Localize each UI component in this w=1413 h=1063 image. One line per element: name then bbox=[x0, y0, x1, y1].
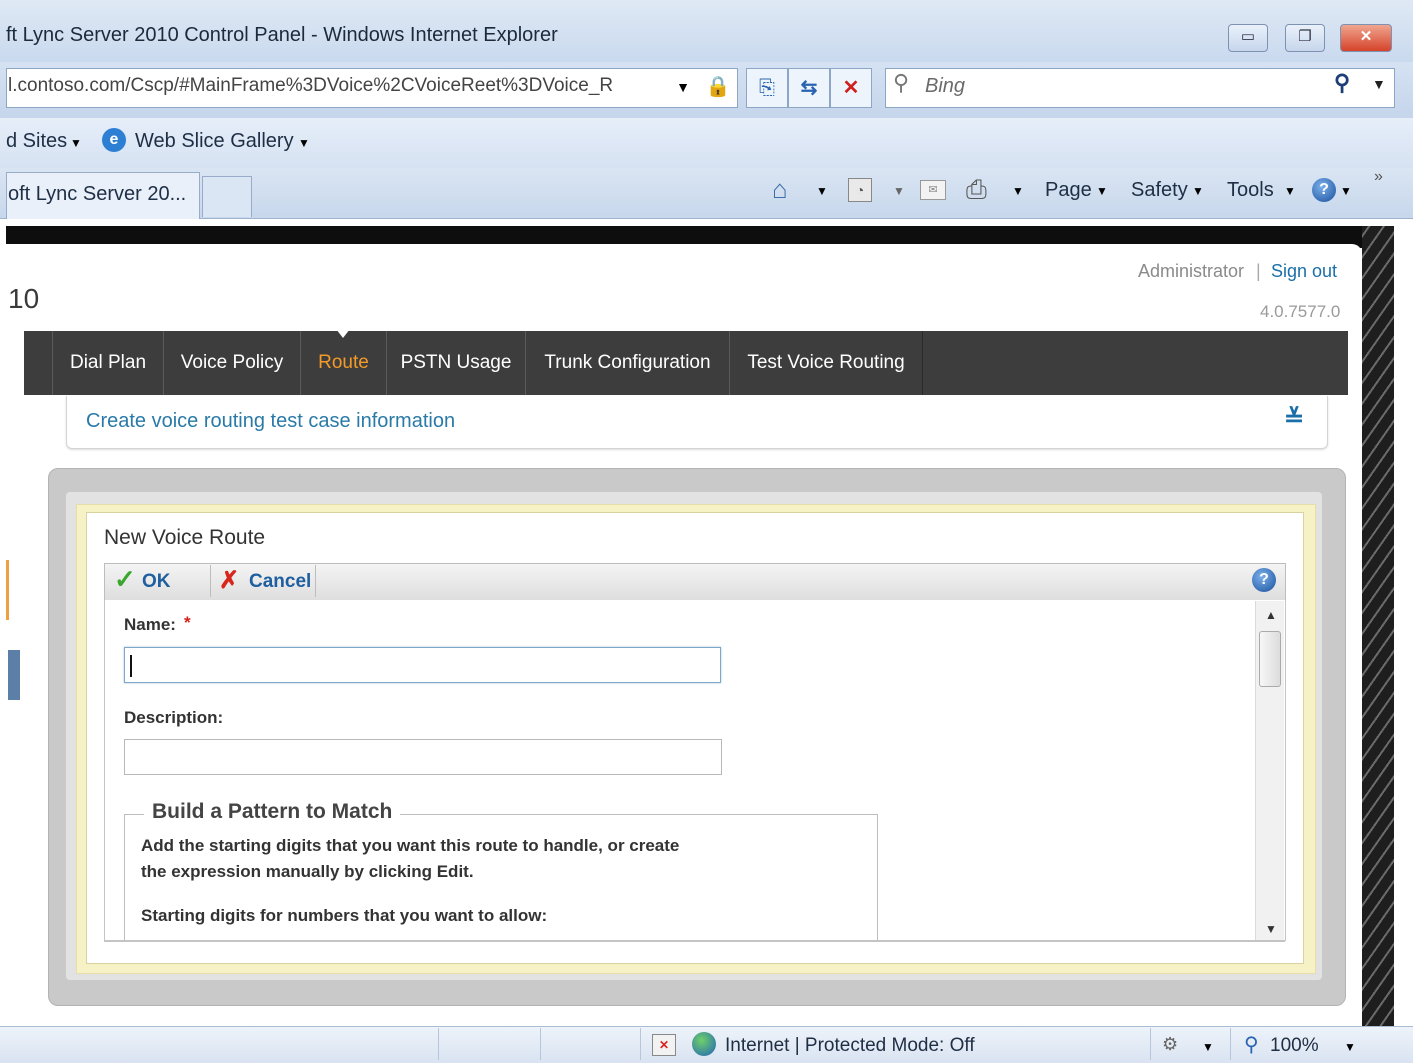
tools-chevron-icon[interactable]: ▼ bbox=[1284, 184, 1296, 198]
close-window-button[interactable]: ✕ bbox=[1340, 24, 1392, 52]
checkmark-icon[interactable]: ✓ bbox=[114, 564, 136, 595]
stop-icon[interactable]: ✕ bbox=[830, 68, 872, 108]
status-divider bbox=[1230, 1028, 1231, 1060]
window-title: ft Lync Server 2010 Control Panel - Wind… bbox=[6, 24, 558, 46]
safety-menu[interactable]: Safety bbox=[1131, 179, 1188, 202]
left-edge-accent bbox=[6, 560, 9, 620]
current-user: Administrator bbox=[1138, 261, 1245, 281]
status-divider bbox=[438, 1028, 439, 1060]
address-url[interactable]: l.contoso.com/Cscp/#MainFrame%3DVoice%2C… bbox=[8, 75, 613, 97]
dialog-title: New Voice Route bbox=[104, 526, 266, 549]
feeds-chevron-icon[interactable]: ▼ bbox=[893, 184, 905, 198]
address-dropdown-icon[interactable]: ▼ bbox=[672, 68, 694, 106]
required-marker: * bbox=[184, 613, 191, 632]
protected-mode-icon[interactable]: ⚙ bbox=[1162, 1034, 1178, 1055]
browser-tab-title[interactable]: oft Lync Server 20... bbox=[8, 183, 186, 206]
zoom-level[interactable]: 100% bbox=[1270, 1035, 1319, 1057]
description-input[interactable] bbox=[124, 739, 722, 775]
security-zone-text[interactable]: Internet | Protected Mode: Off bbox=[725, 1035, 975, 1057]
description-label: Description: bbox=[124, 708, 224, 727]
home-chevron-icon[interactable]: ▼ bbox=[816, 184, 828, 198]
decorative-background bbox=[1362, 226, 1394, 1026]
tab-dial-plan[interactable]: Dial Plan bbox=[52, 331, 164, 395]
web-slice-chevron-icon[interactable]: ▼ bbox=[298, 136, 310, 150]
info-panel-text[interactable]: Create voice routing test case informati… bbox=[86, 410, 455, 433]
pattern-group-title: Build a Pattern to Match bbox=[144, 800, 401, 824]
status-divider bbox=[640, 1028, 641, 1060]
tab-route[interactable]: Route bbox=[300, 331, 387, 395]
status-divider bbox=[1150, 1028, 1151, 1060]
tab-trunk-configuration[interactable]: Trunk Configuration bbox=[525, 331, 730, 395]
search-options-chevron-icon[interactable]: ▼ bbox=[1372, 76, 1386, 92]
new-tab-button[interactable] bbox=[202, 176, 252, 217]
read-mail-icon[interactable]: ✉ bbox=[920, 180, 946, 200]
page-menu[interactable]: Page bbox=[1045, 179, 1092, 202]
suggested-sites-chevron-icon[interactable]: ▼ bbox=[70, 136, 82, 150]
dialog-body-bottom-edge bbox=[104, 941, 1285, 963]
lock-icon[interactable]: 🔒 bbox=[700, 68, 736, 106]
tab-pstn-usage[interactable]: PSTN Usage bbox=[386, 331, 526, 395]
scroll-up-icon[interactable]: ▲ bbox=[1265, 608, 1277, 622]
help-menu-icon[interactable]: ? bbox=[1312, 178, 1336, 202]
expand-chevron-icon[interactable]: ≚ bbox=[1284, 404, 1304, 433]
zoom-icon[interactable]: ⚲ bbox=[1244, 1032, 1259, 1057]
print-icon[interactable]: ⎙ bbox=[966, 174, 987, 206]
active-tab-indicator bbox=[336, 329, 350, 338]
ie-icon: e bbox=[102, 128, 126, 152]
internet-zone-globe-icon bbox=[692, 1032, 716, 1056]
text-caret bbox=[130, 655, 132, 677]
refresh-icon[interactable]: ⇆ bbox=[788, 68, 830, 108]
help-chevron-icon[interactable]: ▼ bbox=[1340, 184, 1352, 198]
cancel-x-icon[interactable]: ✗ bbox=[219, 566, 239, 595]
search-engine-icon: ⚲ bbox=[893, 70, 910, 95]
suggested-sites-link[interactable]: d Sites bbox=[6, 130, 67, 153]
sign-out-link[interactable]: Sign out bbox=[1271, 261, 1337, 282]
web-slice-gallery-link[interactable]: Web Slice Gallery bbox=[135, 130, 294, 153]
starting-digits-label: Starting digits for numbers that you wan… bbox=[141, 906, 548, 925]
tools-menu[interactable]: Tools bbox=[1227, 179, 1274, 202]
pattern-help-line-1: Add the starting digits that you want th… bbox=[141, 836, 680, 855]
popup-blocked-icon[interactable]: ✕ bbox=[652, 1034, 676, 1056]
zoom-chevron-icon[interactable]: ▼ bbox=[1344, 1040, 1356, 1054]
search-icon[interactable]: ⚲ bbox=[1334, 70, 1350, 96]
header-separator: | bbox=[1256, 261, 1261, 281]
print-chevron-icon[interactable]: ▼ bbox=[1012, 184, 1024, 198]
name-label: Name: bbox=[124, 615, 176, 634]
cancel-button-label[interactable]: Cancel bbox=[249, 571, 311, 593]
protected-mode-chevron-icon[interactable]: ▼ bbox=[1202, 1040, 1214, 1054]
more-commands-chevron[interactable]: » bbox=[1374, 168, 1383, 186]
collapse-pane-handle[interactable] bbox=[8, 650, 20, 700]
feeds-icon[interactable]: ◔ bbox=[848, 178, 872, 202]
scrollbar-thumb[interactable] bbox=[1259, 631, 1281, 687]
minimize-button[interactable]: ▭ bbox=[1228, 24, 1268, 52]
product-title: 10 bbox=[8, 283, 40, 314]
status-divider bbox=[540, 1028, 541, 1060]
restore-button[interactable]: ❐ bbox=[1285, 24, 1325, 52]
tab-test-voice-routing[interactable]: Test Voice Routing bbox=[729, 331, 923, 395]
safety-chevron-icon[interactable]: ▼ bbox=[1192, 184, 1204, 198]
ok-button-label[interactable]: OK bbox=[142, 571, 171, 593]
page-chevron-icon[interactable]: ▼ bbox=[1096, 184, 1108, 198]
dialog-help-icon[interactable]: ? bbox=[1252, 568, 1276, 592]
tab-voice-policy[interactable]: Voice Policy bbox=[163, 331, 301, 395]
version-label: 4.0.7577.0 bbox=[1260, 302, 1341, 321]
pattern-help-line-2: the expression manually by clicking Edit… bbox=[141, 862, 474, 881]
home-icon[interactable]: ⌂ bbox=[772, 174, 788, 205]
name-input[interactable] bbox=[124, 647, 721, 683]
compatibility-view-icon[interactable]: ⎘ bbox=[746, 68, 788, 108]
search-placeholder[interactable]: Bing bbox=[925, 75, 965, 98]
scroll-down-icon[interactable]: ▼ bbox=[1265, 922, 1277, 936]
